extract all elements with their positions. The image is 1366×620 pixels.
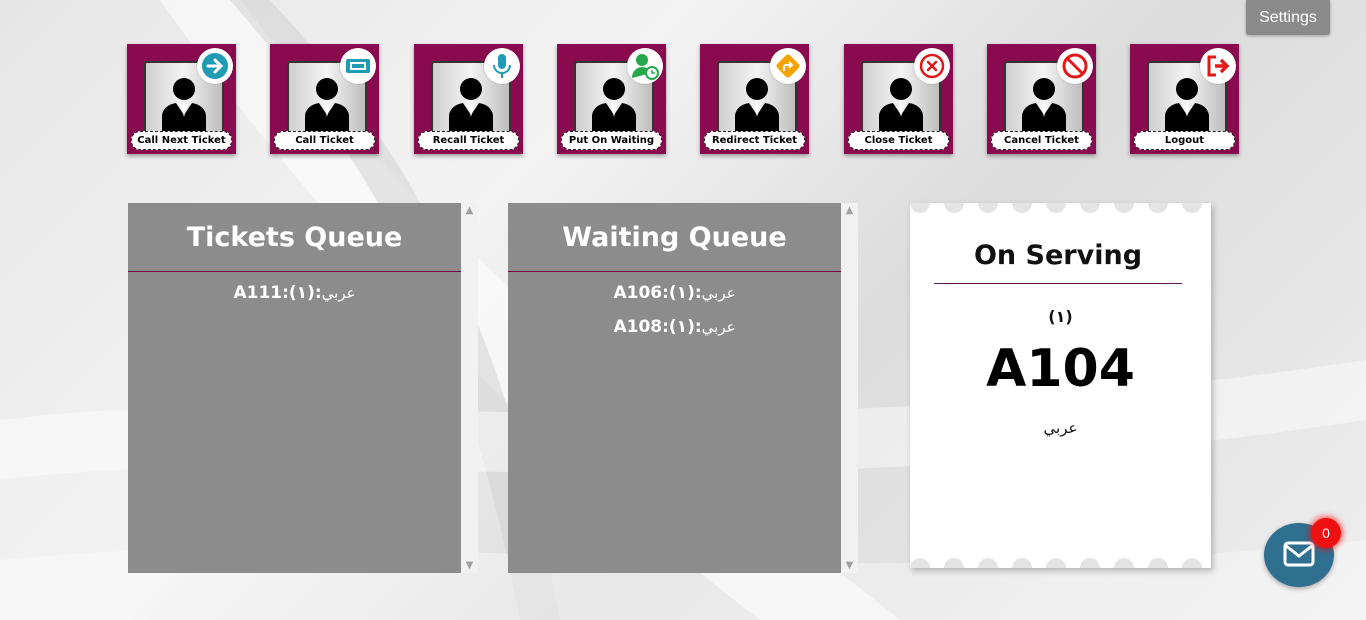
action-button-cancel-ticket[interactable]: Cancel Ticket xyxy=(987,44,1096,154)
scroll-up-icon[interactable]: ▲ xyxy=(841,205,858,216)
ban-icon xyxy=(1057,48,1093,84)
redirect-icon xyxy=(770,48,806,84)
action-label: Call Ticket xyxy=(274,131,375,150)
action-button-close-ticket[interactable]: Close Ticket xyxy=(844,44,953,154)
scroll-down-icon[interactable]: ▼ xyxy=(461,560,478,571)
action-button-put-on-waiting[interactable]: Put On Waiting xyxy=(557,44,666,154)
action-button-redirect-ticket[interactable]: Redirect Ticket xyxy=(700,44,809,154)
action-label: Close Ticket xyxy=(848,131,949,150)
action-label: Recall Ticket xyxy=(418,131,519,150)
list-item[interactable]: A111:(١):عربي xyxy=(128,276,461,310)
tickets-queue-title: Tickets Queue xyxy=(128,203,461,272)
ticket-perforation-top xyxy=(910,203,1202,213)
action-button-logout[interactable]: Logout xyxy=(1130,44,1239,154)
list-item[interactable]: A106:(١):عربي xyxy=(508,276,841,310)
action-label: Call Next Ticket xyxy=(131,131,232,150)
settings-button[interactable]: Settings xyxy=(1246,0,1330,35)
tickets-queue-scrollbar[interactable]: ▲ ▼ xyxy=(461,203,478,573)
action-label: Put On Waiting xyxy=(561,131,662,150)
logout-icon xyxy=(1200,48,1236,84)
unread-count-badge: 0 xyxy=(1311,518,1341,548)
action-label: Redirect Ticket xyxy=(704,131,805,150)
on-serving-title: On Serving xyxy=(934,235,1182,284)
close-circle-icon xyxy=(914,48,950,84)
tickets-queue-panel: Tickets Queue A111:(١):عربي xyxy=(128,203,461,573)
waiting-queue-panel: Waiting Queue A106:(١):عربي A108:(١):عرب… xyxy=(508,203,841,573)
action-button-call-ticket[interactable]: Call Ticket xyxy=(270,44,379,154)
ticket-perforation-bottom xyxy=(910,558,1202,568)
action-label: Cancel Ticket xyxy=(991,131,1092,150)
on-serving-card: On Serving (١) A104 عربي xyxy=(910,203,1211,568)
scroll-up-icon[interactable]: ▲ xyxy=(461,205,478,216)
waiting-queue-title: Waiting Queue xyxy=(508,203,841,272)
microphone-icon xyxy=(484,48,520,84)
action-button-call-next-ticket[interactable]: Call Next Ticket xyxy=(127,44,236,154)
scroll-down-icon[interactable]: ▼ xyxy=(841,560,858,571)
action-label: Logout xyxy=(1134,131,1235,150)
arrow-right-icon xyxy=(197,48,233,84)
list-item[interactable]: A108:(١):عربي xyxy=(508,310,841,344)
user-clock-icon xyxy=(627,48,663,84)
ticket-icon xyxy=(340,48,376,84)
waiting-queue-scrollbar[interactable]: ▲ ▼ xyxy=(841,203,858,573)
serving-ticket-number: A104 xyxy=(986,339,1135,399)
serving-counter: (١) xyxy=(1048,307,1073,326)
serving-service-name: عربي xyxy=(1043,419,1078,437)
action-button-recall-ticket[interactable]: Recall Ticket xyxy=(414,44,523,154)
